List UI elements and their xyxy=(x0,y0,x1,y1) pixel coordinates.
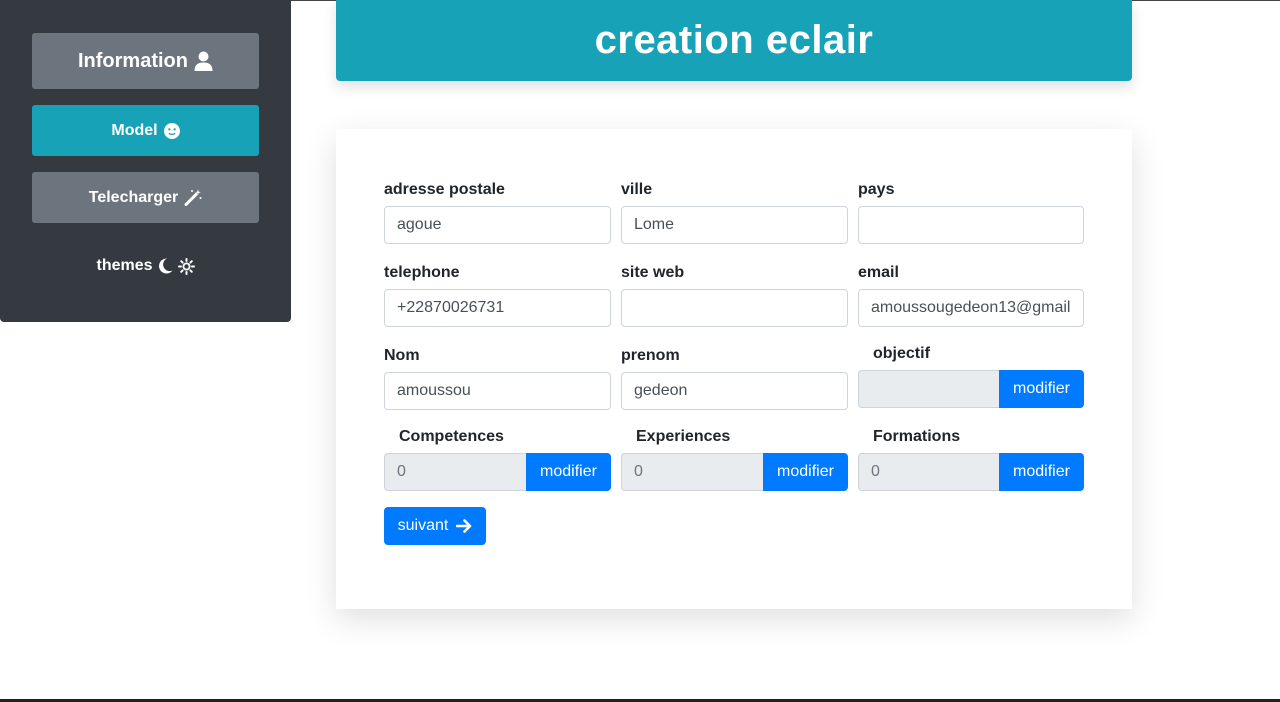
experiences-label: Experiences xyxy=(636,428,731,445)
pays-label: pays xyxy=(858,181,895,198)
suivant-button[interactable]: suivant xyxy=(384,507,486,545)
email-input[interactable] xyxy=(858,289,1084,327)
smile-icon xyxy=(163,122,180,139)
themes-toggle[interactable]: themes xyxy=(32,254,259,278)
page-title: creation eclair xyxy=(594,18,874,62)
site-web-label: site web xyxy=(621,264,685,281)
information-button[interactable]: Information xyxy=(32,33,259,89)
formations-label: Formations xyxy=(873,428,961,445)
arrow-right-icon xyxy=(456,519,472,533)
competences-group: modifier xyxy=(384,453,611,491)
formations-modifier-button[interactable]: modifier xyxy=(999,453,1084,491)
experiences-group: modifier xyxy=(621,453,848,491)
email-label: email xyxy=(858,264,899,281)
ville-label: ville xyxy=(621,181,653,198)
nom-label: Nom xyxy=(384,347,420,364)
magic-wand-icon xyxy=(184,189,202,206)
sun-icon[interactable] xyxy=(177,257,195,275)
adresse-input[interactable] xyxy=(384,206,611,244)
prenom-label: prenom xyxy=(621,347,680,364)
prenom-input[interactable] xyxy=(621,372,848,410)
objectif-modifier-button[interactable]: modifier xyxy=(999,370,1084,408)
telephone-input[interactable] xyxy=(384,289,611,327)
ville-input[interactable] xyxy=(621,206,848,244)
user-icon xyxy=(194,51,213,71)
telecharger-label: Telecharger xyxy=(88,188,179,206)
page-header: creation eclair xyxy=(336,0,1132,81)
experiences-modifier-button[interactable]: modifier xyxy=(763,453,848,491)
objectif-label: objectif xyxy=(873,345,930,362)
formations-input[interactable] xyxy=(858,453,999,491)
model-button[interactable]: Model xyxy=(32,105,259,156)
pays-input[interactable] xyxy=(858,206,1084,244)
information-label: Information xyxy=(78,49,188,72)
model-label: Model xyxy=(111,121,158,139)
nom-input[interactable] xyxy=(384,372,611,410)
themes-label: themes xyxy=(96,257,153,274)
moon-icon[interactable] xyxy=(158,258,173,274)
experiences-input[interactable] xyxy=(621,453,763,491)
competences-modifier-button[interactable]: modifier xyxy=(526,453,611,491)
form-card: adresse postale ville pays telephone sit… xyxy=(336,129,1132,609)
objectif-group: modifier xyxy=(858,370,1084,408)
sidebar: Information Model Telecharger themes xyxy=(0,0,291,322)
telephone-label: telephone xyxy=(384,264,460,281)
telecharger-button[interactable]: Telecharger xyxy=(32,172,259,223)
suivant-label: suivant xyxy=(397,517,449,534)
formations-group: modifier xyxy=(858,453,1084,491)
competences-label: Competences xyxy=(399,428,504,445)
objectif-input[interactable] xyxy=(858,370,999,408)
competences-input[interactable] xyxy=(384,453,526,491)
adresse-label: adresse postale xyxy=(384,181,505,198)
site-web-input[interactable] xyxy=(621,289,848,327)
